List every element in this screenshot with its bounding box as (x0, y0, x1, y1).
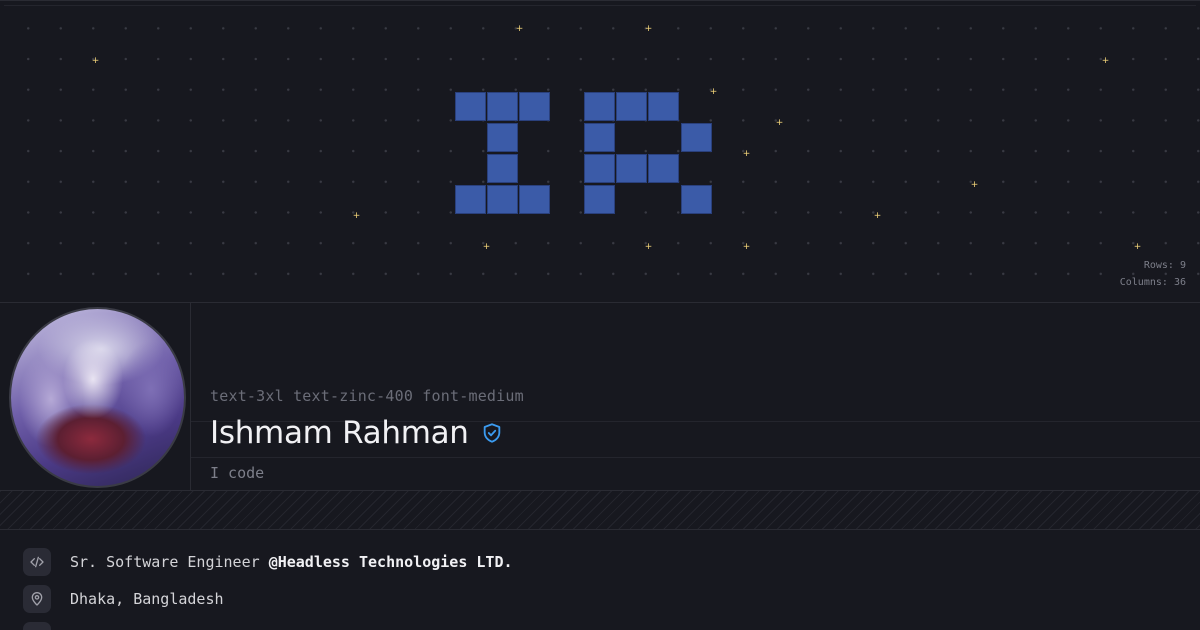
star-icon: + (644, 242, 653, 252)
columns-value: 36 (1173, 277, 1186, 288)
location-text: Dhaka, Bangladesh (70, 590, 224, 608)
star-icon: + (1101, 56, 1110, 66)
star-icon: + (352, 211, 361, 221)
pixel-cell (584, 185, 615, 214)
profile-header: text-3xl text-zinc-400 font-medium Ishma… (0, 303, 1200, 491)
star-icon: + (482, 242, 491, 252)
profile-details: Sr. Software Engineer @Headless Technolo… (0, 530, 1200, 630)
profile-tagline: I code (210, 464, 265, 482)
pixel-cell (648, 92, 679, 121)
rows-label: Rows: (1143, 260, 1174, 271)
map-pin-icon (23, 585, 51, 613)
pixel-cell (616, 154, 647, 183)
star-icon: + (1133, 242, 1142, 252)
job-text: Sr. Software Engineer @Headless Technolo… (70, 553, 513, 571)
section-separator (0, 491, 1200, 530)
company-link[interactable]: @Headless Technologies LTD. (269, 553, 513, 571)
hero-top-rule (4, 5, 1196, 6)
pixel-cell (519, 185, 550, 214)
rows-value: 9 (1179, 260, 1186, 271)
pixel-cell (487, 123, 518, 152)
star-icon: + (970, 180, 979, 190)
star-icon: + (775, 118, 784, 128)
name-row: Ishmam Rahman (210, 415, 503, 451)
avatar-column (0, 303, 191, 491)
pixel-cell (616, 92, 647, 121)
profile-info: text-3xl text-zinc-400 font-medium Ishma… (191, 303, 1200, 491)
pixel-cell (487, 154, 518, 183)
job-title: Sr. Software Engineer (70, 553, 269, 571)
pixel-cell (681, 123, 712, 152)
location-detail: Dhaka, Bangladesh (23, 585, 224, 613)
pixel-cell (519, 92, 550, 121)
star-icon: + (709, 87, 718, 97)
star-icon: + (515, 24, 524, 34)
pixel-cell (455, 92, 486, 121)
partial-detail-row (23, 622, 51, 630)
columns-readout: Columns: 36 (1120, 277, 1186, 288)
pixel-cell (487, 185, 518, 214)
pixel-cell (584, 123, 615, 152)
profile-name: Ishmam Rahman (210, 415, 469, 451)
verified-shield-icon (481, 422, 503, 444)
rows-readout: Rows: 9 (1144, 260, 1186, 271)
columns-label: Columns: (1119, 277, 1168, 288)
pixel-cell (584, 92, 615, 121)
pixel-cell (584, 154, 615, 183)
avatar (9, 307, 186, 488)
star-icon: + (91, 56, 100, 66)
class-hint: text-3xl text-zinc-400 font-medium (210, 387, 524, 405)
star-icon: + (873, 211, 882, 221)
job-detail: Sr. Software Engineer @Headless Technolo… (23, 548, 513, 576)
pixel-cell (487, 92, 518, 121)
star-icon: + (742, 242, 751, 252)
star-icon: + (644, 24, 653, 34)
star-icon: + (742, 149, 751, 159)
partial-icon (23, 622, 51, 630)
hero-banner: + + + + + + + + + + + + + + Rows: 9 Columns: 36 (0, 0, 1200, 303)
info-rule-middle (191, 457, 1200, 458)
code-icon (23, 548, 51, 576)
pixel-cell (455, 185, 486, 214)
pixel-cell (648, 154, 679, 183)
pixel-cell (681, 185, 712, 214)
